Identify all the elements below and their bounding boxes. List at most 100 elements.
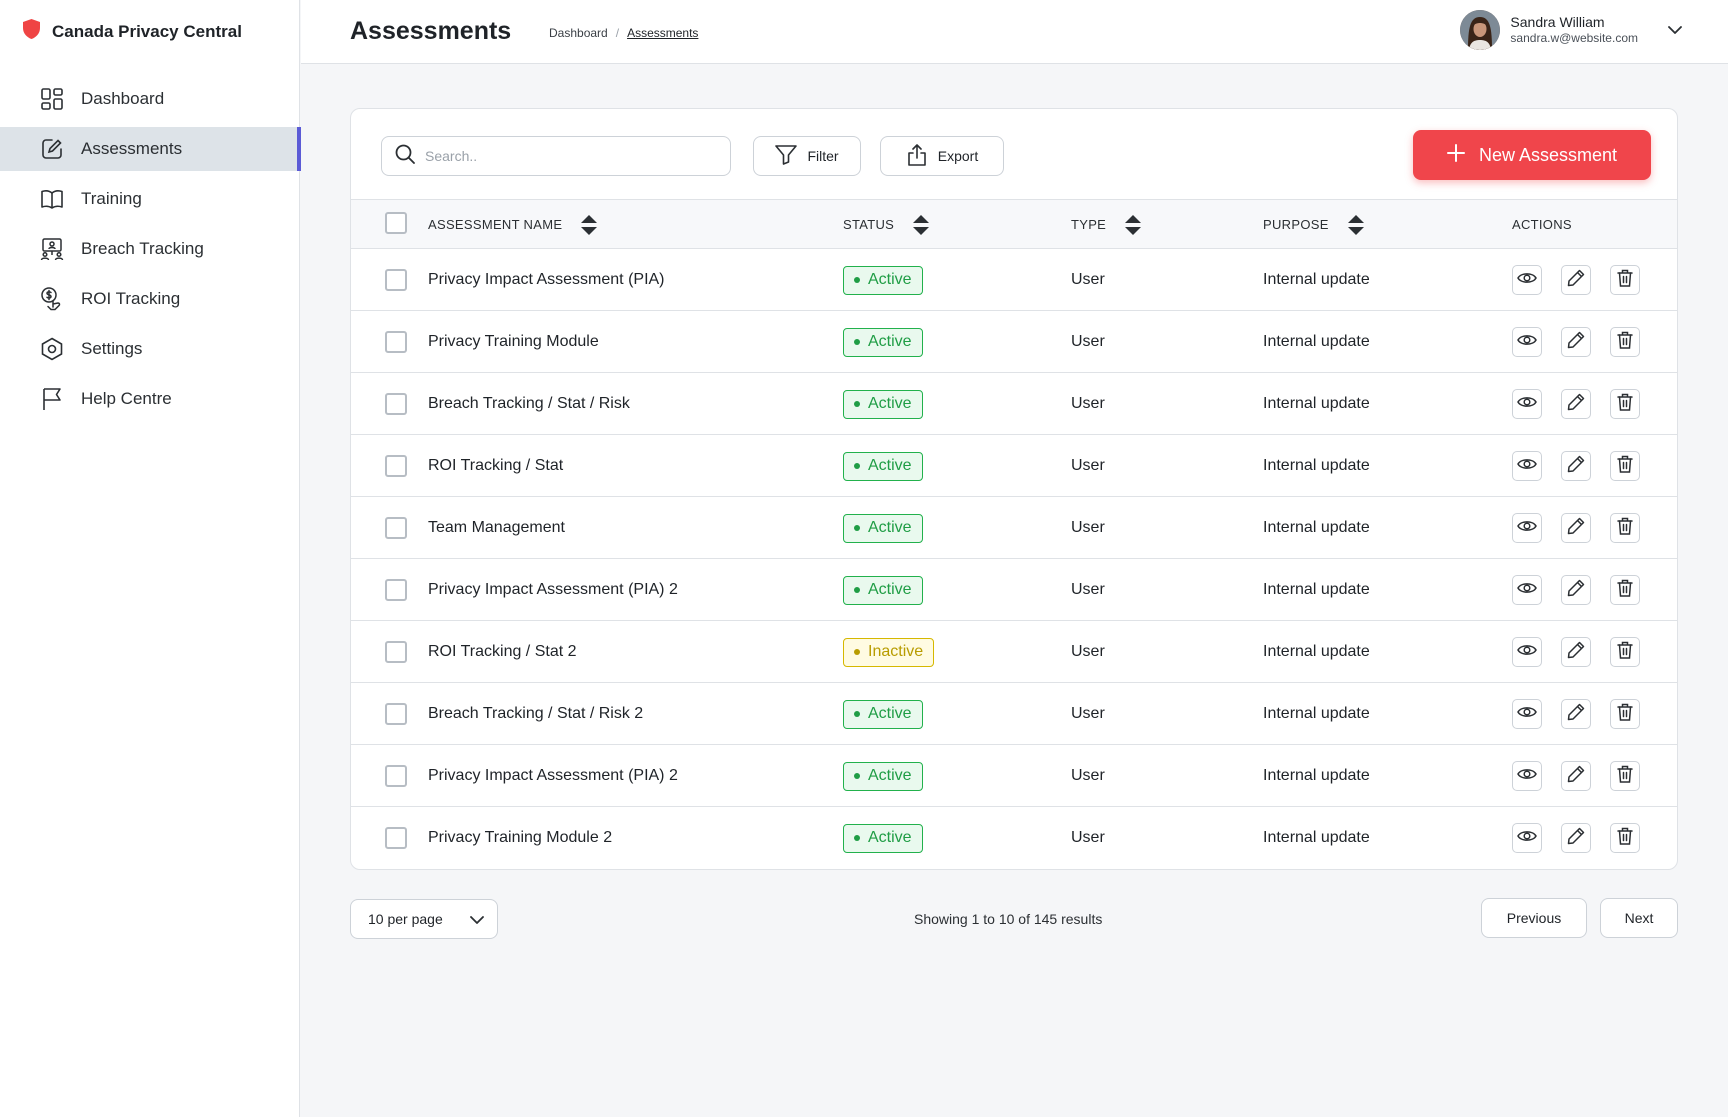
view-button[interactable] [1512,327,1542,357]
edit-button[interactable] [1561,327,1591,357]
select-all-checkbox[interactable] [385,212,407,234]
delete-button[interactable] [1610,637,1640,667]
view-button[interactable] [1512,699,1542,729]
sidebar-item-training[interactable]: Training [0,177,300,221]
per-page-value: 10 per page [368,911,443,927]
row-checkbox[interactable] [385,393,407,415]
edit-button[interactable] [1561,389,1591,419]
column-header-label: ACTIONS [1512,217,1572,232]
breadcrumb-current[interactable]: Assessments [627,26,698,40]
delete-button[interactable] [1610,575,1640,605]
row-checkbox[interactable] [385,269,407,291]
edit-button[interactable] [1561,451,1591,481]
assessment-type: User [1071,333,1105,350]
delete-button[interactable] [1610,513,1640,543]
delete-button[interactable] [1610,265,1640,295]
status-dot [854,525,860,531]
row-checkbox[interactable] [385,641,407,663]
status-dot [854,463,860,469]
column-header-name[interactable]: ASSESSMENT NAME [428,200,598,249]
row-checkbox[interactable] [385,579,407,601]
sidebar-item-settings[interactable]: Settings [0,327,300,371]
view-button[interactable] [1512,637,1542,667]
row-checkbox[interactable] [385,765,407,787]
row-checkbox[interactable] [385,331,407,353]
new-assessment-label: New Assessment [1478,144,1618,165]
status-dot [854,277,860,283]
row-actions [1512,311,1640,373]
status-text: Active [868,333,912,350]
column-header-status[interactable]: STATUS [843,200,930,249]
assessment-name: Breach Tracking / Stat / Risk 2 [428,705,644,722]
status-cell: Active [843,311,923,373]
sidebar-item-roi-tracking[interactable]: ROI Tracking [0,277,300,321]
edit-button[interactable] [1561,265,1591,295]
row-checkbox[interactable] [385,455,407,477]
breadcrumb-dashboard[interactable]: Dashboard [549,26,608,40]
user-menu[interactable]: Sandra William sandra.w@website.com [1460,10,1682,50]
delete-button[interactable] [1610,327,1640,357]
delete-button[interactable] [1610,761,1640,791]
status-dot [854,587,860,593]
delete-button[interactable] [1610,699,1640,729]
edit-button[interactable] [1561,761,1591,791]
sidebar-item-help-centre[interactable]: Help Centre [0,377,300,421]
row-checkbox[interactable] [385,827,407,849]
edit-button[interactable] [1561,823,1591,853]
row-checkbox[interactable] [385,517,407,539]
sidebar-item-breach-tracking[interactable]: Breach Tracking [0,227,300,271]
column-header-purpose[interactable]: PURPOSE [1263,200,1365,249]
view-button[interactable] [1512,389,1542,419]
filter-button[interactable]: Filter [753,136,861,176]
pencil-icon [1567,331,1585,354]
assessment-type: User [1071,395,1105,412]
edit-button[interactable] [1561,575,1591,605]
filter-label: Filter [807,148,839,164]
row-checkbox[interactable] [385,703,407,725]
status-cell: Active [843,745,923,807]
table-row: Breach Tracking / Stat / Risk 2 Active U… [351,683,1677,745]
view-button[interactable] [1512,823,1542,853]
view-button[interactable] [1512,761,1542,791]
column-header-type[interactable]: TYPE [1071,200,1142,249]
view-button[interactable] [1512,451,1542,481]
status-cell: Active [843,373,923,435]
edit-button[interactable] [1561,699,1591,729]
status-text: Active [868,395,912,412]
view-button[interactable] [1512,575,1542,605]
edit-button[interactable] [1561,637,1591,667]
previous-button[interactable]: Previous [1481,898,1587,938]
next-button[interactable]: Next [1600,898,1678,938]
sidebar-item-dashboard[interactable]: Dashboard [0,77,300,121]
search-icon [395,144,415,169]
edit-button[interactable] [1561,513,1591,543]
brand[interactable]: Canada Privacy Central [23,19,242,44]
chevron-down-icon[interactable] [1668,21,1682,39]
sidebar-item-assessments[interactable]: Assessments [0,127,301,171]
book-icon [40,187,64,211]
delete-button[interactable] [1610,389,1640,419]
search-input[interactable] [425,148,715,164]
avatar[interactable] [1460,10,1501,50]
assessment-type: User [1071,705,1105,722]
delete-button[interactable] [1610,823,1640,853]
sort-icon[interactable] [580,214,598,236]
export-button[interactable]: Export [880,136,1004,176]
new-assessment-button[interactable]: New Assessment [1413,130,1651,180]
column-header-actions: ACTIONS [1512,200,1572,249]
view-button[interactable] [1512,265,1542,295]
assessment-purpose: Internal update [1263,767,1370,784]
search-box[interactable] [381,136,731,176]
per-page-select[interactable]: 10 per page [350,899,498,939]
sort-icon[interactable] [1347,214,1365,236]
sort-icon[interactable] [912,214,930,236]
table-body: Privacy Impact Assessment (PIA) Active U… [351,249,1677,869]
assessment-name: Privacy Training Module [428,333,599,350]
eye-icon [1517,829,1537,848]
assessment-type: User [1071,519,1105,536]
view-button[interactable] [1512,513,1542,543]
trash-icon [1617,455,1633,478]
status-cell: Active [843,497,923,559]
sort-icon[interactable] [1124,214,1142,236]
delete-button[interactable] [1610,451,1640,481]
